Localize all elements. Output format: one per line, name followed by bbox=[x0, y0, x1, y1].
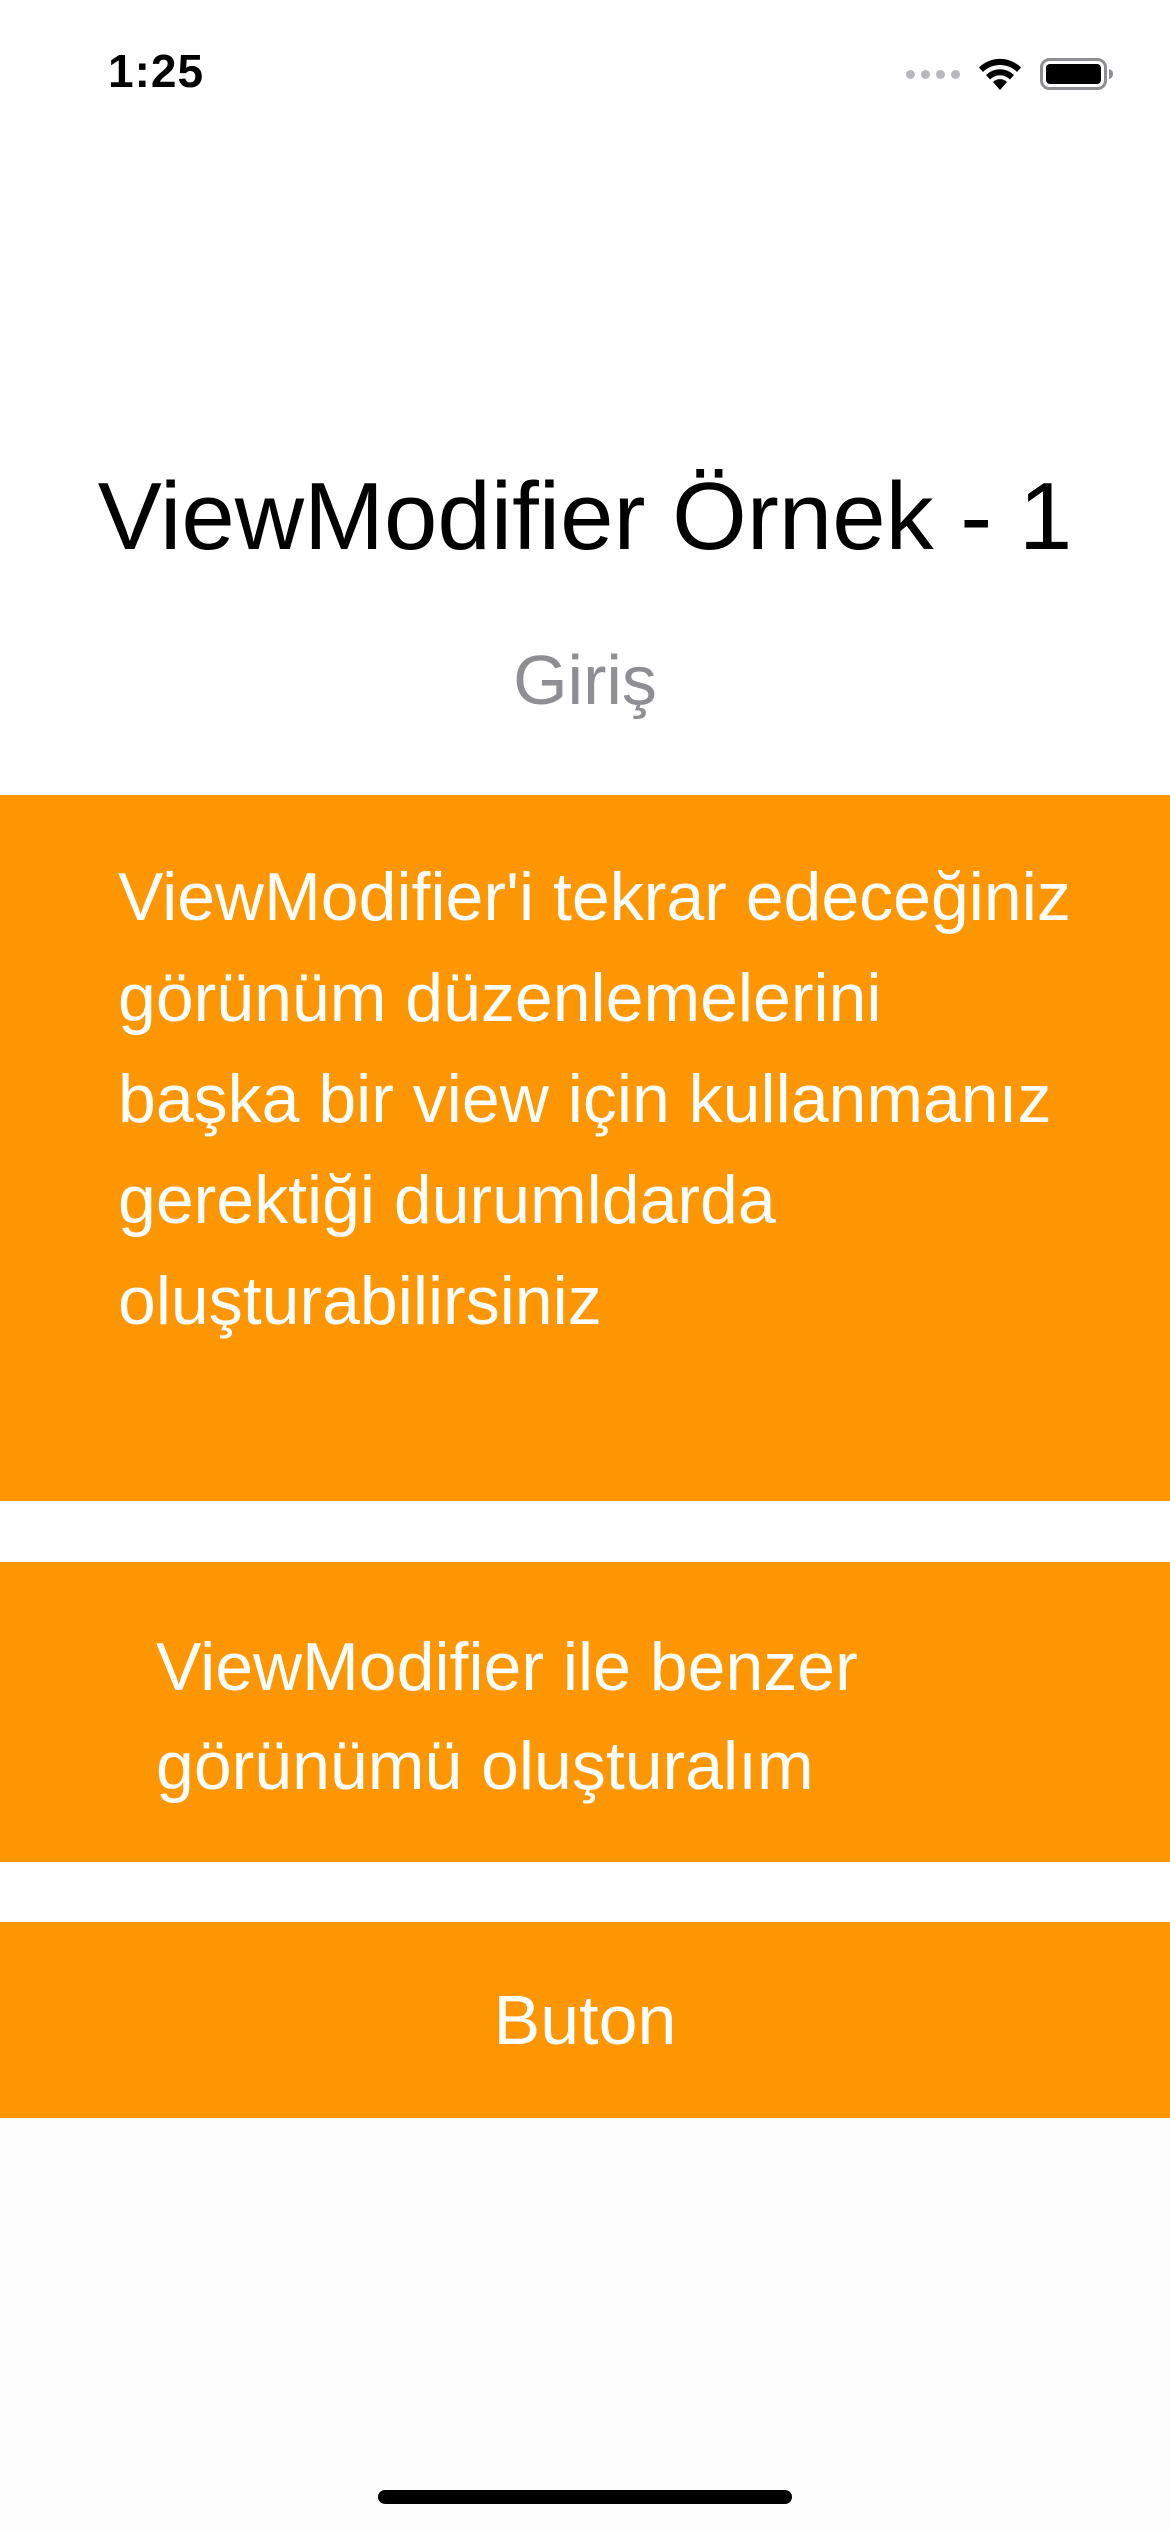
cellular-signal-icon bbox=[906, 69, 960, 79]
battery-icon bbox=[1040, 56, 1114, 92]
status-bar: 1:25 bbox=[0, 0, 1170, 150]
viewmodifier-link[interactable]: ViewModifier ile benzer görünümü oluştur… bbox=[0, 1562, 1170, 1862]
status-time: 1:25 bbox=[108, 45, 205, 97]
status-icons bbox=[906, 56, 1114, 92]
screen: 1:25 ViewModifier Örnek - 1 Giriş ViewMo… bbox=[0, 0, 1170, 2532]
description-text: ViewModifier'i tekrar edeceğiniz görünüm… bbox=[118, 859, 1071, 1339]
bottom-area bbox=[0, 2118, 1170, 2532]
viewmodifier-link-label: ViewModifier ile benzer görünümü oluştur… bbox=[156, 1629, 858, 1804]
description-card: ViewModifier'i tekrar edeceğiniz görünüm… bbox=[0, 795, 1170, 1501]
page-subtitle: Giriş bbox=[513, 641, 657, 719]
wifi-icon bbox=[976, 56, 1024, 92]
home-indicator[interactable] bbox=[378, 2490, 792, 2504]
page-title: ViewModifier Örnek - 1 bbox=[97, 463, 1073, 570]
buton-button-label: Buton bbox=[493, 1981, 677, 2059]
buton-button[interactable]: Buton bbox=[0, 1922, 1170, 2118]
